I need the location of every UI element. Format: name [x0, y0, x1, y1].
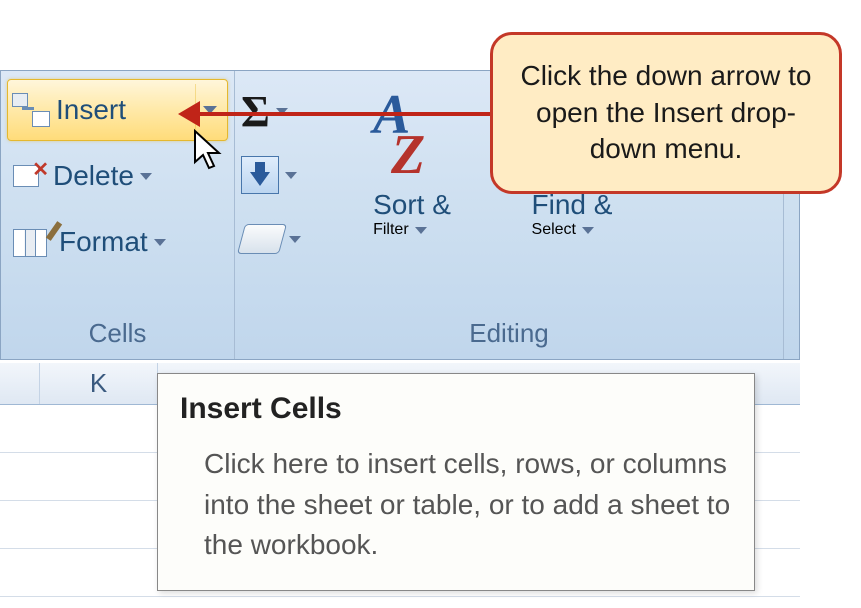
delete-cells-icon: ✕: [11, 159, 47, 193]
sigma-icon: Σ: [241, 86, 270, 137]
autosum-button[interactable]: Σ: [241, 83, 327, 139]
instruction-callout: Click the down arrow to open the Insert …: [490, 32, 842, 194]
tooltip-body: Click here to insert cells, rows, or col…: [180, 444, 732, 566]
column-header-k[interactable]: K: [40, 363, 158, 404]
sort-filter-label-1: Sort &: [373, 189, 451, 221]
format-button[interactable]: Format: [7, 211, 228, 273]
fill-button[interactable]: [241, 147, 327, 203]
cursor-icon: [192, 128, 226, 172]
sort-filter-label-2: Filter: [373, 221, 409, 239]
column-header[interactable]: [0, 363, 40, 404]
eraser-icon: [237, 224, 287, 254]
tooltip-title: Insert Cells: [180, 392, 732, 426]
format-label: Format: [59, 226, 148, 258]
editing-group-label: Editing: [241, 312, 777, 359]
insert-tooltip: Insert Cells Click here to insert cells,…: [157, 373, 755, 591]
delete-label: Delete: [53, 160, 134, 192]
callout-arrow-head: [178, 101, 200, 127]
sort-az-icon: A Z: [367, 79, 457, 189]
chevron-down-icon: [582, 227, 594, 234]
find-select-label-2: Select: [532, 221, 576, 239]
callout-text: Click the down arrow to open the Insert …: [511, 58, 821, 167]
insert-label: Insert: [56, 94, 126, 126]
insert-cells-icon: [12, 93, 50, 127]
chevron-down-icon: [415, 227, 427, 234]
cells-group-label: Cells: [7, 312, 228, 359]
fill-down-icon: [241, 156, 279, 194]
format-cells-icon: [11, 223, 53, 261]
clear-button[interactable]: [241, 211, 327, 267]
chevron-down-icon[interactable]: [154, 239, 166, 246]
chevron-down-icon[interactable]: [285, 172, 297, 179]
chevron-down-icon[interactable]: [289, 236, 301, 243]
chevron-down-icon[interactable]: [140, 173, 152, 180]
callout-arrow-line: [194, 112, 492, 116]
